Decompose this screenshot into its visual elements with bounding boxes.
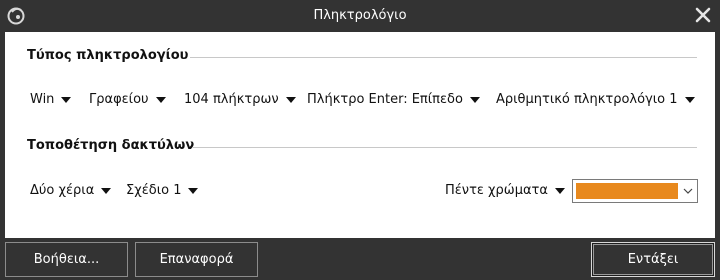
color-count-label: Πέντε χρώματα bbox=[445, 183, 548, 198]
os-dropdown-label: Win bbox=[30, 92, 55, 107]
settings-panel: Τύπος πληκτρολογίου Win Γραφείου 104 πλή… bbox=[5, 32, 715, 238]
reset-button[interactable]: Επαναφορά bbox=[135, 242, 258, 277]
caret-down-icon bbox=[61, 96, 72, 103]
ok-button[interactable]: Εντάξει bbox=[591, 242, 715, 277]
caret-down-icon bbox=[684, 96, 695, 103]
finger-placement-heading: Τοποθέτηση δακτύλων bbox=[27, 138, 195, 153]
caret-down-icon bbox=[155, 96, 166, 103]
caret-down-icon bbox=[554, 187, 565, 194]
scheme-label: Σχέδιο 1 bbox=[126, 183, 182, 198]
keyboard-layout-dropdown[interactable]: Γραφείου bbox=[89, 92, 166, 107]
os-dropdown[interactable]: Win bbox=[30, 92, 72, 107]
title-bar: Πληκτρολόγιο bbox=[0, 0, 720, 32]
help-button[interactable]: Βοήθεια... bbox=[5, 242, 128, 277]
numpad-dropdown[interactable]: Αριθμητικό πληκτρολόγιο 1 bbox=[496, 92, 695, 107]
scheme-dropdown[interactable]: Σχέδιο 1 bbox=[126, 183, 199, 198]
keyboard-layout-label: Γραφείου bbox=[89, 92, 149, 107]
enter-key-label: Πλήκτρο Enter: Επίπεδο bbox=[307, 92, 463, 107]
key-count-label: 104 πλήκτρων bbox=[184, 92, 279, 107]
keyboard-type-heading: Τύπος πληκτρολογίου bbox=[27, 48, 189, 63]
keyboard-type-divider bbox=[190, 57, 697, 58]
hands-dropdown[interactable]: Δύο χέρια bbox=[30, 183, 112, 198]
key-count-dropdown[interactable]: 104 πλήκτρων bbox=[184, 92, 296, 107]
dialog-footer: Βοήθεια... Επαναφορά Εντάξει bbox=[0, 238, 720, 280]
caret-down-icon bbox=[101, 187, 112, 194]
color-count-dropdown[interactable]: Πέντε χρώματα bbox=[445, 183, 565, 198]
caret-down-icon bbox=[188, 187, 199, 194]
numpad-label: Αριθμητικό πληκτρολόγιο 1 bbox=[496, 92, 678, 107]
hands-label: Δύο χέρια bbox=[30, 183, 95, 198]
window-title: Πληκτρολόγιο bbox=[313, 8, 407, 23]
color-picker-select[interactable] bbox=[572, 179, 698, 203]
enter-key-dropdown[interactable]: Πλήκτρο Enter: Επίπεδο bbox=[307, 92, 480, 107]
caret-down-icon bbox=[469, 96, 480, 103]
chevron-down-icon bbox=[683, 188, 693, 194]
close-icon[interactable] bbox=[694, 6, 712, 24]
finger-placement-divider bbox=[193, 147, 697, 148]
color-swatch bbox=[576, 183, 678, 199]
caret-down-icon bbox=[285, 96, 296, 103]
